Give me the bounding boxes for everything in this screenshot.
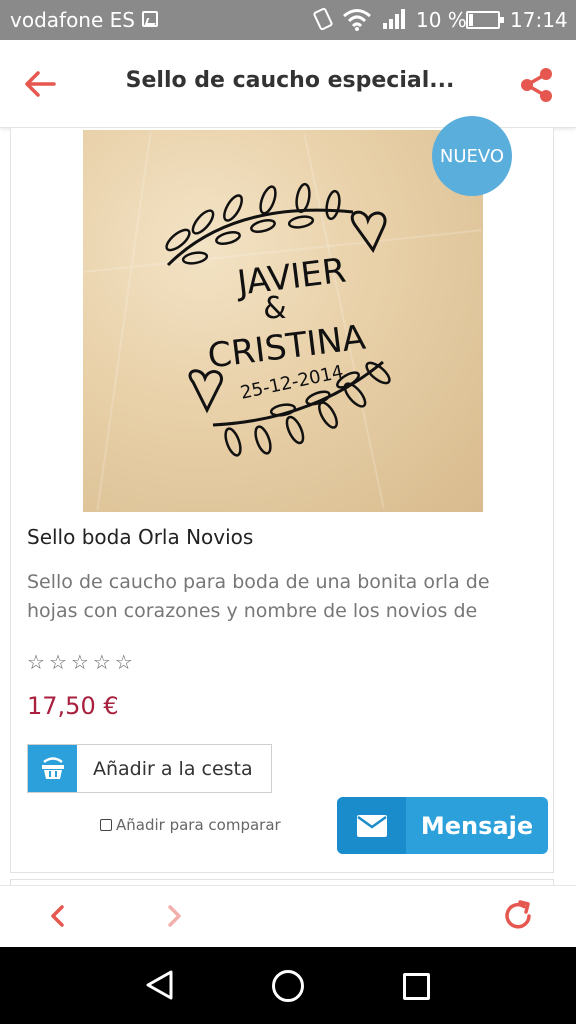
vibrate-icon: [312, 6, 334, 32]
compare-label: Añadir para comparar: [116, 816, 281, 834]
star-icon: ☆: [114, 650, 133, 674]
arrow-left-icon[interactable]: [22, 66, 58, 102]
stamp-artwork: JAVIER & CRISTINA 25-12-2014: [165, 182, 391, 457]
sim-icon: [142, 11, 158, 27]
status-bar: vodafone ES 10 % 17:14: [0, 0, 576, 40]
product-description: Sello de caucho para boda de una bonita …: [27, 571, 490, 622]
compare-checkbox-row[interactable]: Añadir para comparar: [100, 816, 281, 834]
battery-icon: [466, 11, 504, 29]
app-bar: Sello de caucho especial...: [0, 40, 576, 128]
share-icon[interactable]: [518, 66, 556, 104]
mail-icon: [337, 797, 406, 854]
compare-checkbox[interactable]: [100, 819, 112, 831]
new-badge: NUEVO: [432, 116, 512, 196]
star-icon: ☆: [92, 650, 111, 674]
add-to-cart-label: Añadir a la cesta: [93, 757, 253, 780]
message-label: Mensaje: [420, 811, 534, 840]
stamp-name-2: CRISTINA: [206, 318, 368, 377]
chevron-right-icon[interactable]: [160, 902, 188, 930]
signal-icon: [383, 9, 405, 29]
product-title[interactable]: Sello boda Orla Novios: [27, 525, 253, 549]
rating-stars: ☆ ☆ ☆ ☆ ☆: [27, 652, 133, 672]
add-to-cart-button[interactable]: Añadir a la cesta: [27, 744, 272, 793]
bottom-nav-bar: [0, 885, 576, 947]
product-image[interactable]: JAVIER & CRISTINA 25-12-2014: [83, 130, 483, 512]
system-back-icon[interactable]: [143, 968, 177, 1002]
product-price: 17,50 €: [27, 692, 119, 720]
refresh-icon[interactable]: [500, 898, 536, 934]
stamp-ampersand: &: [263, 291, 286, 326]
system-home-icon[interactable]: [272, 970, 304, 1002]
battery-percent: 10 %: [416, 8, 467, 32]
basket-icon: [28, 745, 77, 792]
star-icon: ☆: [70, 650, 89, 674]
product-card: JAVIER & CRISTINA 25-12-2014 NUEVO Sello…: [10, 116, 554, 873]
stamp-name-1: JAVIER: [233, 251, 348, 304]
clock: 17:14: [510, 8, 568, 32]
chevron-left-icon[interactable]: [44, 902, 72, 930]
star-icon: ☆: [48, 650, 67, 674]
message-button[interactable]: Mensaje: [337, 797, 548, 854]
wifi-icon: [343, 9, 371, 31]
carrier-label: vodafone ES: [10, 8, 135, 32]
page-title: Sello de caucho especial...: [125, 68, 455, 93]
system-nav-bar: [0, 947, 576, 1024]
star-icon: ☆: [27, 650, 45, 674]
system-recents-icon[interactable]: [403, 973, 430, 1000]
